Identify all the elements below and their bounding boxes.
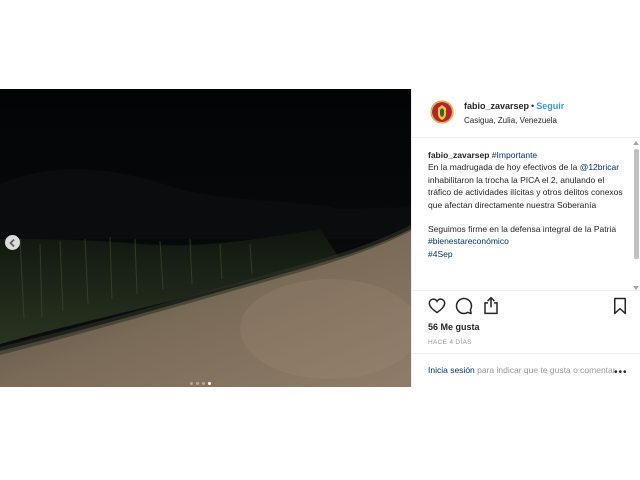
- like-count[interactable]: 56 Me gusta: [428, 322, 480, 332]
- heart-icon: [428, 298, 446, 314]
- share-button[interactable]: [482, 296, 500, 320]
- post-actions: 56 Me gusta HACE 4 DÍAS Inicia sesión pa…: [412, 290, 640, 387]
- carousel-dot: [202, 382, 205, 385]
- caption-scrollbar[interactable]: [632, 141, 640, 290]
- post-caption: fabio_zavarsep #Importante En la madruga…: [428, 149, 626, 260]
- emblem-icon: [430, 100, 454, 124]
- login-link[interactable]: Inicia sesión: [428, 365, 475, 375]
- hashtag-link[interactable]: #bienestareconómico: [428, 236, 509, 246]
- bookmark-icon: [614, 297, 626, 315]
- location-link[interactable]: Casigua, Zulia, Venezuela: [464, 116, 564, 125]
- previous-slide-button[interactable]: [5, 235, 20, 250]
- avatar[interactable]: [430, 100, 454, 124]
- username-link[interactable]: fabio_zavarsep: [464, 101, 529, 111]
- night-road-image: [0, 89, 411, 387]
- caption-username[interactable]: fabio_zavarsep: [428, 150, 489, 160]
- like-button[interactable]: [428, 298, 446, 319]
- mention-link[interactable]: @12bricar: [580, 162, 619, 172]
- post-header: fabio_zavarsep • Seguir Casigua, Zulia, Ve…: [412, 89, 640, 138]
- carousel-dot: [208, 382, 211, 385]
- scroll-up-arrow-icon[interactable]: [633, 141, 639, 145]
- post-timestamp[interactable]: HACE 4 DÍAS: [428, 339, 472, 346]
- post-sidebar: fabio_zavarsep • Seguir Casigua, Zulia, Ve…: [411, 89, 640, 387]
- carousel-dot: [196, 382, 199, 385]
- separator-dot: •: [531, 101, 535, 111]
- carousel-indicator: [190, 382, 211, 385]
- caption-text: inhabilitaron la trocha la PICA el 2, an…: [428, 174, 623, 210]
- login-prompt-text: para indicar que te gusta o comentar.: [474, 365, 618, 375]
- comment-icon: [455, 297, 473, 315]
- caption-text: En la madrugada de hoy efectivos de la: [428, 162, 578, 173]
- carousel-dot: [190, 382, 193, 385]
- scroll-thumb[interactable]: [634, 149, 639, 259]
- hashtag-link[interactable]: #Importante: [492, 150, 537, 160]
- caption-text: Seguimos firme en la defensa integral de…: [428, 224, 617, 235]
- more-options-button[interactable]: •••: [614, 367, 628, 380]
- chevron-left-icon: [9, 238, 15, 247]
- comment-button[interactable]: [455, 297, 473, 320]
- login-prompt: Inicia sesión para indicar que te gusta …: [412, 353, 640, 380]
- share-icon: [484, 296, 498, 315]
- instagram-post: fabio_zavarsep • Seguir Casigua, Zulia, Ve…: [0, 89, 640, 387]
- save-button[interactable]: [613, 297, 627, 320]
- post-photo[interactable]: [0, 89, 411, 387]
- follow-button[interactable]: Seguir: [536, 101, 564, 111]
- hashtag-link[interactable]: #4Sep: [428, 249, 453, 259]
